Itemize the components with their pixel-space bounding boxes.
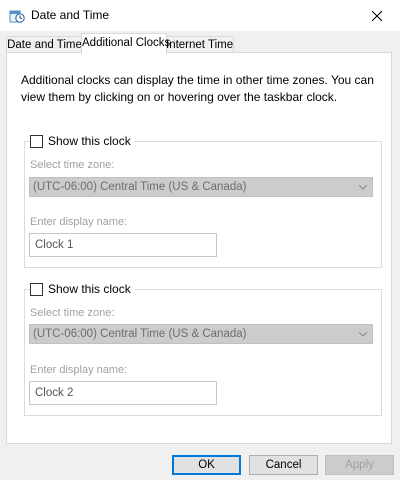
chevron-down-icon (359, 332, 367, 337)
panel-description: Additional clocks can display the time i… (21, 73, 374, 104)
chevron-down-icon (359, 185, 367, 190)
clock-1-timezone-select[interactable]: (UTC-06:00) Central Time (US & Canada) (29, 177, 373, 197)
show-clock-2-checkbox-row[interactable]: Show this clock (30, 281, 135, 297)
title-bar: Date and Time (0, 0, 400, 31)
tab-date-and-time[interactable]: Date and Time (6, 36, 83, 53)
clock-app-icon (9, 8, 25, 24)
clock-1-display-name-input[interactable]: Clock 1 (29, 233, 217, 257)
tab-additional-clocks[interactable]: Additional Clocks (81, 33, 170, 54)
close-icon (372, 10, 382, 21)
clock-2-timezone-select[interactable]: (UTC-06:00) Central Time (US & Canada) (29, 324, 373, 344)
date-time-dialog: Date and Time Date and Time Additional C… (0, 0, 400, 480)
clock-2-timezone-value: (UTC-06:00) Central Time (US & Canada) (33, 328, 247, 340)
show-clock-1-checkbox[interactable] (30, 134, 43, 148)
apply-button[interactable]: Apply (325, 455, 394, 475)
clock-1-timezone-value: (UTC-06:00) Central Time (US & Canada) (33, 181, 247, 193)
clock-1-display-name-label: Enter display name: (30, 216, 128, 228)
window-title: Date and Time (31, 8, 110, 22)
ok-button[interactable]: OK (172, 455, 241, 475)
clock-1-timezone-label: Select time zone: (30, 159, 115, 171)
clock-2-display-name-input[interactable]: Clock 2 (29, 381, 217, 405)
clock-2-timezone-label: Select time zone: (30, 307, 115, 319)
clock-2-display-name-label: Enter display name: (30, 364, 128, 376)
close-button[interactable] (354, 0, 400, 31)
tab-strip: Date and Time Additional Clocks Internet… (0, 33, 400, 54)
show-clock-2-label: Show this clock (48, 282, 131, 296)
cancel-button[interactable]: Cancel (249, 455, 318, 475)
show-clock-2-checkbox[interactable] (30, 282, 43, 296)
show-clock-1-checkbox-row[interactable]: Show this clock (30, 133, 135, 149)
show-clock-1-label: Show this clock (48, 134, 131, 148)
tab-internet-time[interactable]: Internet Time (165, 36, 234, 53)
